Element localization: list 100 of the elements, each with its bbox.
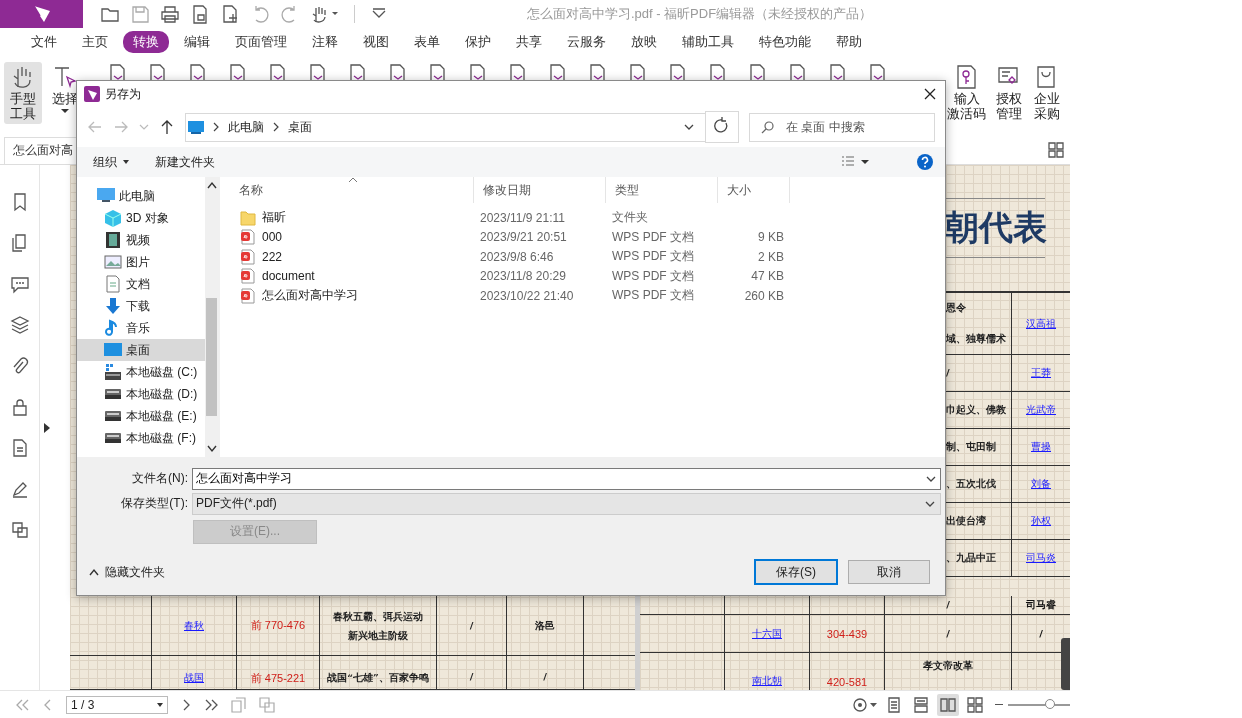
tree-item[interactable]: 3D 对象 <box>77 207 205 229</box>
ruler-link[interactable]: 司马炎 <box>1026 551 1056 565</box>
ruler-link[interactable]: 汉高祖 <box>1026 316 1056 331</box>
file-name[interactable]: 怎么面对高中学习 <box>262 287 358 305</box>
menu-tab[interactable]: 云服务 <box>557 31 616 53</box>
tool-button[interactable]: 选择 <box>46 62 84 116</box>
column-header[interactable]: 名称 <box>230 177 474 203</box>
caret-icon[interactable] <box>61 109 69 113</box>
tree-item[interactable]: 本地磁盘 (E:) <box>77 405 205 427</box>
expand-arrow-icon[interactable] <box>43 422 51 433</box>
tree-item[interactable]: 桌面 <box>77 339 205 361</box>
menu-tab[interactable]: 主页 <box>72 31 118 53</box>
view-options-icon[interactable] <box>841 155 871 169</box>
up-arrow-icon[interactable] <box>159 119 175 135</box>
address-bar[interactable]: 此电脑 桌面 <box>185 112 706 142</box>
menu-tab[interactable]: 特色功能 <box>749 31 821 53</box>
table-text: 司马睿 <box>1026 598 1056 612</box>
menu-tab[interactable]: 视图 <box>353 31 399 53</box>
menu-tab[interactable]: 共享 <box>506 31 552 53</box>
table-text: / <box>507 656 584 689</box>
export-icon[interactable] <box>190 4 210 24</box>
menu-tab[interactable]: 辅助工具 <box>672 31 744 53</box>
hand-icon[interactable] <box>310 4 340 24</box>
scrollbar-thumb[interactable] <box>206 298 217 416</box>
table-cell-text: 2023/11/8 20:29 <box>479 269 567 284</box>
ruler-link[interactable]: 十六国 <box>752 626 782 641</box>
file-name[interactable]: 000 <box>262 230 283 245</box>
table-text: 新兴地主阶级 <box>348 628 408 643</box>
save-button[interactable]: 保存(S) <box>754 559 838 585</box>
filename-field[interactable]: 怎么面对高中学习 <box>192 467 941 490</box>
ruler-link[interactable]: 孙权 <box>1031 514 1051 528</box>
menu-tab[interactable]: 编辑 <box>174 31 220 53</box>
field-label: 保存类型(T): <box>120 495 189 512</box>
tool-button[interactable]: 企业 采购 <box>1032 62 1062 124</box>
tree-item[interactable]: 本地磁盘 (F:) <box>77 427 205 449</box>
scroll-handle[interactable] <box>1061 638 1070 690</box>
cancel-button[interactable]: 取消 <box>848 560 930 584</box>
column-header[interactable]: 修改日期 <box>474 177 606 203</box>
menu-tab[interactable]: 文件 <box>21 31 67 53</box>
tree-item[interactable]: 本地磁盘 (D:) <box>77 383 205 405</box>
file-name[interactable]: document <box>262 269 315 284</box>
eye-icon[interactable] <box>852 696 878 713</box>
ruler-link[interactable]: 曹操 <box>1031 440 1051 454</box>
ruler-link[interactable]: 刘备 <box>1031 477 1051 491</box>
tree-item[interactable]: 此电脑 <box>77 185 205 207</box>
tree-item[interactable]: 下载 <box>77 295 205 317</box>
file-name[interactable]: 福昕 <box>262 209 286 227</box>
menu-tab[interactable]: 放映 <box>621 31 667 53</box>
ruler-link[interactable]: 南北朝 <box>752 674 782 688</box>
file-type-dropdown[interactable]: PDF文件(*.pdf) <box>192 492 941 515</box>
tool-button[interactable]: 手型 工具 <box>4 62 42 124</box>
grid-icon[interactable] <box>1048 142 1064 158</box>
comment-icon[interactable] <box>9 274 30 294</box>
column-header[interactable]: 大小 <box>718 177 790 203</box>
table-cell-text: WPS PDF 文档 <box>611 267 695 285</box>
menu-tab[interactable]: 保护 <box>455 31 501 53</box>
tool-button[interactable]: 输入 激活码 <box>947 62 986 124</box>
command-button[interactable]: 新建文件夹 <box>155 153 215 171</box>
view-mode-button[interactable] <box>937 693 959 716</box>
hide-folders-button[interactable]: 隐藏文件夹 <box>89 563 165 581</box>
refresh-icon[interactable] <box>705 111 739 143</box>
tree-item[interactable]: 图片 <box>77 251 205 273</box>
cube-icon <box>104 209 122 227</box>
search-field[interactable]: 在 桌面 中搜索 <box>749 112 935 142</box>
ruler-link[interactable]: 春秋 <box>184 618 204 633</box>
menu-tab[interactable]: 帮助 <box>826 31 872 53</box>
compare-icon[interactable] <box>9 520 30 540</box>
new-document-icon[interactable] <box>220 4 240 24</box>
tree-item[interactable]: 本地磁盘 (C:) <box>77 361 205 383</box>
table-text: 战国“七雄”、百家争鸣 <box>327 671 429 685</box>
table-text: / <box>946 598 950 612</box>
tree-item[interactable]: 视频 <box>77 229 205 251</box>
ruler-link[interactable]: 王莽 <box>1031 366 1051 380</box>
print-icon[interactable] <box>160 4 180 24</box>
menu-tab[interactable]: 页面管理 <box>225 31 297 53</box>
pdf-file-icon <box>240 287 256 304</box>
help-icon[interactable] <box>917 154 933 170</box>
tree-item[interactable]: 音乐 <box>77 317 205 339</box>
table-cell-text: 文件夹 <box>611 209 649 227</box>
breadcrumb[interactable]: 此电脑 <box>228 118 264 136</box>
pdf-file-icon <box>240 229 256 246</box>
tool-button[interactable]: 授权 管理 <box>994 62 1024 124</box>
menu-tab[interactable]: 表单 <box>404 31 450 53</box>
table-text: 、五次北伐 <box>946 477 996 491</box>
scroll-up-icon[interactable] <box>206 181 217 189</box>
ruler-link[interactable]: 光武帝 <box>1026 403 1056 417</box>
table-text: 304-439 <box>810 615 885 652</box>
page-field[interactable]: 1 / 3 <box>66 695 168 714</box>
file-name[interactable]: 222 <box>262 249 283 264</box>
close-icon[interactable] <box>923 87 937 101</box>
scroll-down-icon[interactable] <box>206 445 217 453</box>
breadcrumb[interactable]: 桌面 <box>288 118 312 136</box>
command-button[interactable]: 组织 <box>93 153 129 171</box>
menu-tab[interactable]: 注释 <box>302 31 348 53</box>
column-header[interactable]: 类型 <box>606 177 718 203</box>
tree-item[interactable]: 文档 <box>77 273 205 295</box>
menu-tab[interactable]: 转换 <box>123 31 169 53</box>
ruler-link[interactable]: 战国 <box>184 671 204 685</box>
window-title: 怎么面对高中学习.pdf - 福昕PDF编辑器（未经授权的产品） <box>525 5 874 23</box>
layers-icon[interactable] <box>9 315 30 335</box>
